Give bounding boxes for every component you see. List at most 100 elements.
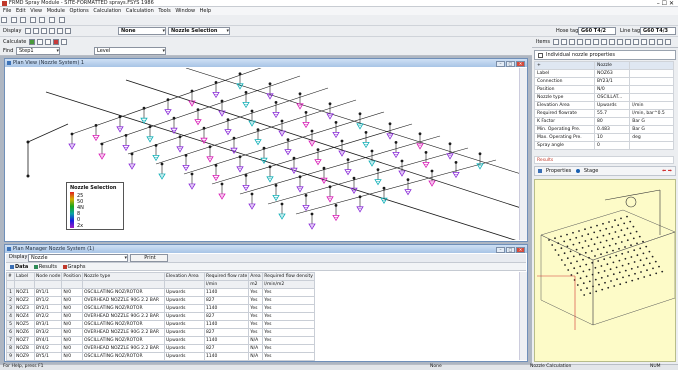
pointer-icon[interactable]	[25, 28, 31, 34]
menu-options[interactable]: Options	[70, 7, 89, 15]
property-row[interactable]: Min. Operating Pre. 0.483 Bar G	[534, 125, 674, 134]
tab-graphs[interactable]: Graphs	[62, 263, 86, 271]
table-cell[interactable]: N/0	[61, 352, 83, 361]
table-cell[interactable]: NOZ1	[14, 288, 35, 297]
open-file-icon[interactable]	[10, 17, 17, 23]
nozzle-select[interactable]: Nozzle Selection ▾	[168, 27, 230, 35]
table-cell[interactable]: Yes	[262, 344, 315, 353]
undo-icon[interactable]	[39, 17, 46, 23]
3d-preview[interactable]	[534, 179, 676, 362]
table-cell[interactable]: N/A	[248, 352, 264, 361]
plan-view-titlebar[interactable]: Plan View (Nozzle System) 1 – □ ✕	[5, 59, 527, 67]
property-value[interactable]: 80	[593, 117, 631, 126]
maximize-button[interactable]: □	[506, 247, 515, 253]
hose-tag-input[interactable]: G60 T4/2	[578, 27, 616, 35]
table-cell[interactable]: Yes	[248, 328, 264, 337]
table-row[interactable]: 9 NOZ9 BY5/1 N/0 OSCILLATING NOZ/ROTOR Upward…	[6, 352, 315, 361]
table-cell[interactable]: NOZ9	[14, 352, 35, 361]
table-row[interactable]: 1 NOZ1 BY1/1 N/0 OSCILLATING NOZ/ROTOR Upward…	[6, 288, 315, 297]
table-cell[interactable]: 827	[203, 312, 250, 321]
prop-expand-icon[interactable]: +	[534, 61, 595, 70]
delete-icon[interactable]	[625, 39, 631, 45]
property-value[interactable]: N/0	[593, 85, 631, 94]
help-icon[interactable]	[58, 17, 65, 23]
property-row[interactable]: Spray angle 0	[534, 141, 674, 150]
results-section[interactable]: Results	[534, 156, 674, 164]
filter-select[interactable]: Nozzle ▾	[28, 254, 128, 262]
draw-pipe-icon[interactable]	[577, 39, 583, 45]
table-cell[interactable]: 5	[6, 320, 15, 329]
menu-window[interactable]: Window	[175, 7, 195, 15]
table-cell[interactable]: Upwards	[163, 304, 205, 313]
property-value[interactable]: BY23/1	[593, 77, 631, 86]
table-cell[interactable]: NOZ5	[14, 320, 35, 329]
property-value[interactable]: 0.483	[593, 125, 631, 134]
property-value[interactable]: 55.7	[593, 109, 631, 118]
table-cell[interactable]: Yes	[262, 328, 315, 337]
table-cell[interactable]: 7	[6, 336, 15, 345]
print-icon[interactable]	[29, 17, 36, 23]
minimize-button[interactable]: –	[496, 247, 505, 253]
table-cell[interactable]: N/A	[248, 336, 264, 345]
level-select[interactable]: Level ▾	[94, 47, 166, 55]
col-header[interactable]: Required flow density	[262, 272, 315, 281]
table-cell[interactable]: Yes	[262, 296, 315, 305]
table-cell[interactable]: N/0	[61, 296, 83, 305]
property-row[interactable]: Required flowrate 55.7 l/min, bar^0.5	[534, 109, 674, 118]
table-cell[interactable]: Upwards	[163, 328, 205, 337]
draw-nozzle-icon[interactable]	[569, 39, 575, 45]
table-cell[interactable]: N/A	[248, 344, 264, 353]
table-cell[interactable]: Upwards	[163, 352, 205, 361]
table-cell[interactable]: OVERHEAD NOZZLE 90G 2.2 BAR	[81, 344, 165, 353]
arrow-right-icon[interactable]	[65, 28, 71, 34]
draw-line-icon[interactable]	[553, 39, 559, 45]
table-cell[interactable]: Yes	[248, 296, 264, 305]
table-vertical-scrollbar[interactable]	[519, 272, 527, 360]
table-cell[interactable]: Yes	[248, 320, 264, 329]
table-cell[interactable]: 827	[203, 344, 250, 353]
draw-pump-icon[interactable]	[601, 39, 607, 45]
manager-titlebar[interactable]: Plan Manager Nozzle System (1) – □ ✕	[5, 245, 527, 253]
table-row[interactable]: 2 NOZ2 BY1/2 N/0 OVERHEAD NOZZLE 90G 2.2 BAR…	[6, 296, 315, 305]
measure-icon[interactable]	[657, 39, 663, 45]
table-cell[interactable]: NOZ3	[14, 304, 35, 313]
table-cell[interactable]: N/0	[61, 304, 83, 313]
table-cell[interactable]: 8	[6, 344, 15, 353]
table-cell[interactable]: OSCILLATING NOZ/ROTOR	[81, 320, 165, 329]
table-cell[interactable]: 1140	[203, 352, 250, 361]
table-row[interactable]: 5 NOZ5 BY3/1 N/0 OSCILLATING NOZ/ROTOR Upward…	[6, 320, 315, 329]
table-cell[interactable]: BY2/1	[33, 304, 63, 313]
grid-icon[interactable]	[641, 39, 647, 45]
tab-results[interactable]: Results	[33, 263, 57, 271]
table-cell[interactable]: 1140	[203, 336, 250, 345]
table-cell[interactable]: Yes	[262, 288, 315, 297]
draw-tank-icon[interactable]	[593, 39, 599, 45]
property-row[interactable]: Label NOZ63	[534, 69, 674, 78]
table-cell[interactable]: BY4/2	[33, 344, 63, 353]
table-cell[interactable]: NOZ4	[14, 312, 35, 321]
table-cell[interactable]: NOZ7	[14, 336, 35, 345]
draw-hose-icon[interactable]	[609, 39, 615, 45]
property-row[interactable]: Elevation Area Upwards l/min	[534, 101, 674, 110]
col-header[interactable]: Nozzle type	[81, 272, 165, 281]
table-cell[interactable]: Upwards	[163, 296, 205, 305]
display-select[interactable]: None ▾	[118, 27, 166, 35]
draw-node-icon[interactable]	[561, 39, 567, 45]
table-cell[interactable]: BY4/1	[33, 336, 63, 345]
plan-vertical-scrollbar[interactable]	[519, 68, 527, 240]
col-header[interactable]: Position	[61, 272, 83, 281]
table-cell[interactable]: N/0	[61, 288, 83, 297]
table-cell[interactable]: Yes	[248, 304, 264, 313]
table-cell[interactable]: Yes	[248, 288, 264, 297]
table-cell[interactable]: 1140	[203, 320, 250, 329]
find-input[interactable]: Step1 ▾	[16, 47, 60, 55]
table-cell[interactable]: BY1/2	[33, 296, 63, 305]
table-cell[interactable]: OVERHEAD NOZZLE 90G 2.2 BAR	[81, 312, 165, 321]
new-file-icon[interactable]	[1, 17, 7, 23]
arrow-left-icon[interactable]	[57, 28, 63, 34]
rotate-icon[interactable]	[49, 28, 55, 34]
menu-file[interactable]: File	[3, 7, 11, 15]
window-controls[interactable]: – ☐ ✕	[657, 0, 674, 7]
table-cell[interactable]: 827	[203, 328, 250, 337]
table-cell[interactable]: N/0	[61, 320, 83, 329]
